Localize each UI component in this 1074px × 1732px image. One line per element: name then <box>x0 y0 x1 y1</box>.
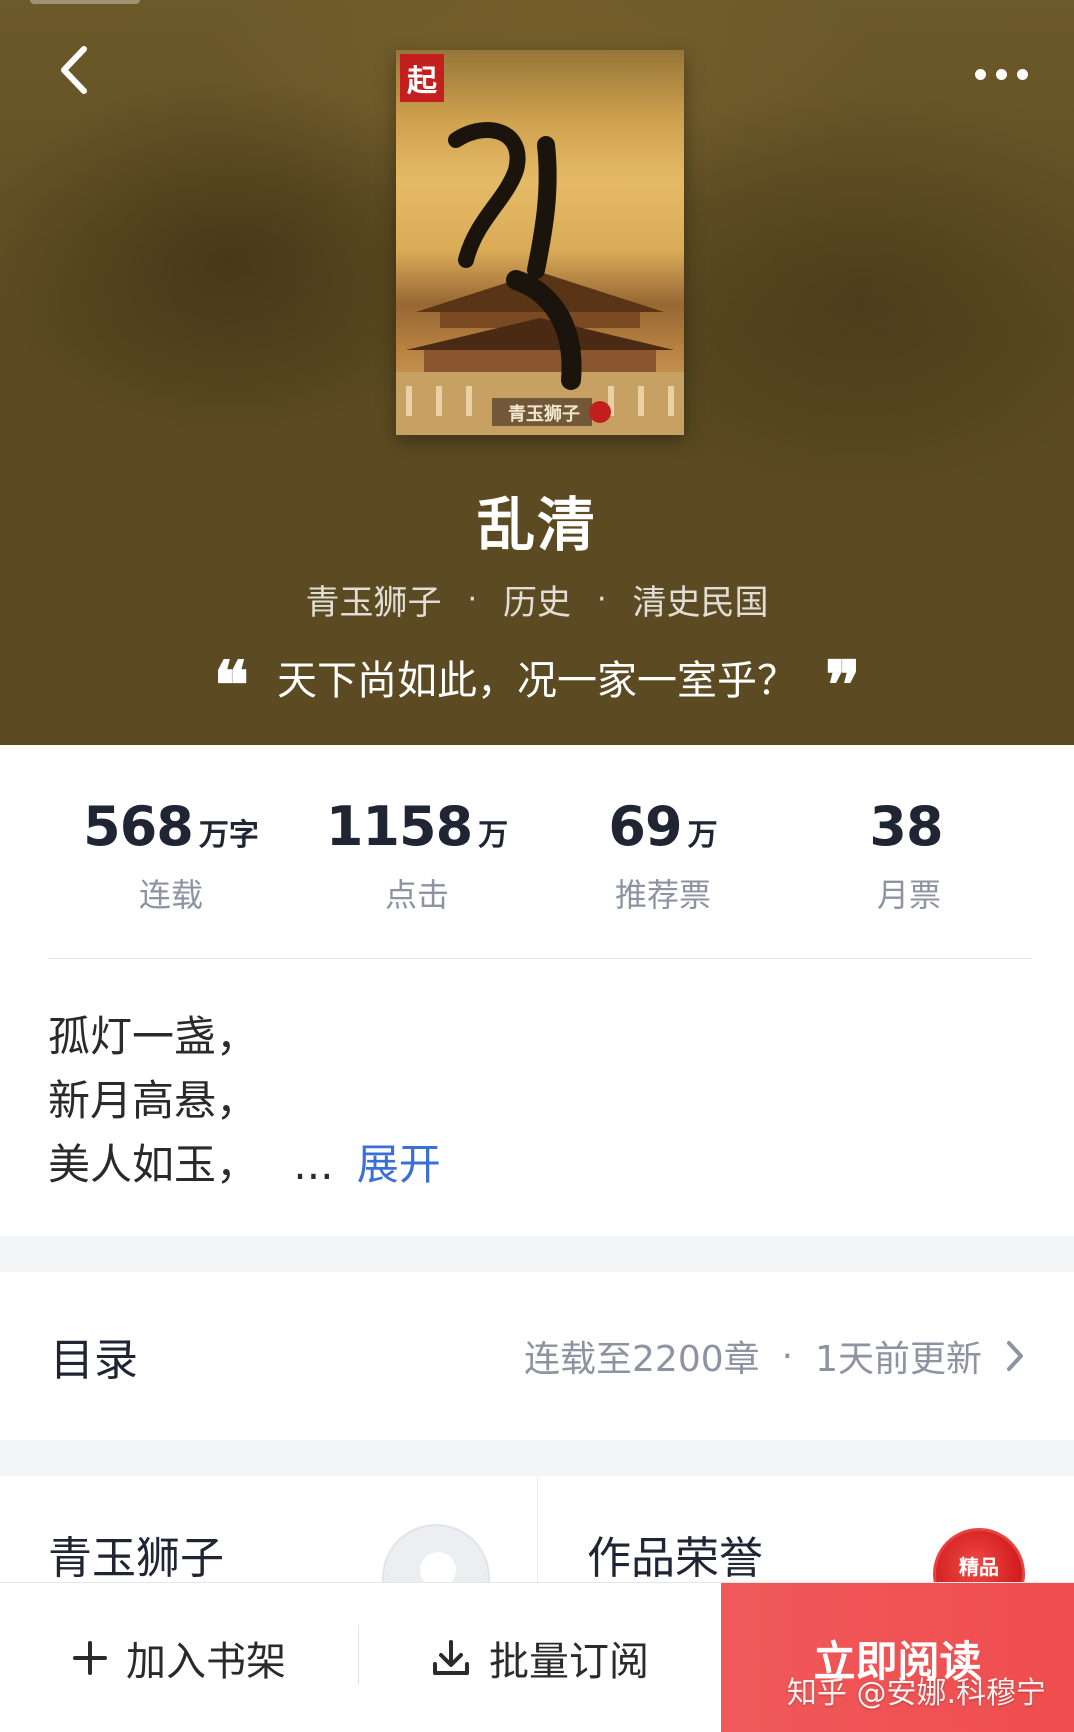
book-intro: 孤灯一盏， 新月高悬， 美人如玉， ... 展开 <box>48 1005 1032 1197</box>
watermark-text: 知乎 @安娜.科穆宁 <box>786 1676 1046 1711</box>
add-to-shelf-label: 加入书架 <box>126 1639 286 1685</box>
user-icon <box>420 1552 456 1582</box>
stat-unit: 万 <box>478 818 509 853</box>
back-button[interactable] <box>46 42 102 98</box>
stat-value: 38 <box>869 795 943 858</box>
catalog-separator: · <box>781 1335 794 1377</box>
plus-icon <box>73 1641 107 1675</box>
stat-value-line: 1158 万 <box>294 795 540 858</box>
author-card[interactable]: 青玉狮子 <box>0 1476 538 1582</box>
close-quote-icon: ❞ <box>825 652 861 702</box>
catalog-info: 连载至2200章 · 1天前更新 <box>524 1330 1026 1382</box>
cover-author-text: 青玉狮子 <box>508 404 580 425</box>
more-options-button[interactable] <box>966 50 1036 98</box>
section-gap <box>0 1236 1074 1272</box>
stat-label: 推荐票 <box>614 876 711 914</box>
book-meta-row: 青玉狮子 · 历史 · 清史民国 <box>0 575 1074 624</box>
book-hero-header: 起 乱清 青玉狮子 乱清 青玉狮子 · 历史 · 清史民国 ❝ 天下尚如此，况一… <box>0 0 1074 745</box>
stat-value-line: 568 万字 <box>48 795 294 858</box>
stat-label: 连载 <box>138 876 203 914</box>
catalog-title: 目录 <box>50 1335 138 1386</box>
stat-unit: 万 <box>687 818 718 853</box>
stat-clicks: 1158 万 点击 <box>294 795 540 916</box>
book-detail-page: { "header": { "back_icon": "chevron-left… <box>0 0 1074 1732</box>
honor-title: 作品荣誉 <box>587 1533 763 1582</box>
more-dots-icon <box>974 68 986 80</box>
catalog-updated: 1天前更新 <box>815 1339 982 1380</box>
book-cover-image[interactable]: 起 乱清 青玉狮子 <box>396 50 684 435</box>
meta-separator: · <box>597 582 607 617</box>
stat-monthly-votes[interactable]: 38 月票 <box>786 795 1032 916</box>
meta-separator: · <box>467 582 477 617</box>
author-link[interactable]: 青玉狮子 <box>305 575 441 624</box>
intro-last-line: 美人如玉， ... 展开 <box>48 1133 1032 1197</box>
stat-recommend-votes[interactable]: 69 万 推荐票 <box>540 795 786 916</box>
chevron-left-icon <box>61 46 87 94</box>
stat-value-line: 38 <box>786 795 1032 858</box>
intro-line: 新月高悬， <box>48 1076 259 1125</box>
catalog-row[interactable]: 目录 连载至2200章 · 1天前更新 <box>0 1272 1074 1440</box>
more-dot <box>1016 68 1028 80</box>
batch-subscribe-button[interactable]: 批量订阅 <box>359 1583 721 1732</box>
intro-line: 孤灯一盏， <box>48 1012 259 1061</box>
divider <box>48 958 1032 959</box>
cover-art <box>396 50 684 435</box>
add-to-shelf-button[interactable]: 加入书架 <box>0 1583 358 1732</box>
author-name: 青玉狮子 <box>48 1533 224 1582</box>
book-tagline: ❝ 天下尚如此，况一家一室乎？ ❞ <box>0 648 1074 706</box>
cover-title-text: 乱清 <box>456 130 496 133</box>
stat-label: 月票 <box>876 876 941 914</box>
category-link[interactable]: 历史 <box>503 575 571 624</box>
tagline-text: 天下尚如此，况一家一室乎？ <box>277 658 797 704</box>
stat-value-line: 69 万 <box>540 795 786 858</box>
avatar <box>382 1524 490 1582</box>
download-icon <box>433 1640 469 1675</box>
catalog-status: 连载至2200章 <box>524 1339 760 1380</box>
intro-ellipsis: ... <box>293 1140 334 1189</box>
stat-word-count: 568 万字 连载 <box>48 795 294 916</box>
section-gap <box>0 1440 1074 1476</box>
open-quote-icon: ❝ <box>213 652 249 702</box>
subcategory-link[interactable]: 清史民国 <box>633 575 769 624</box>
stat-value: 1158 <box>325 795 473 858</box>
intro-line: 美人如玉， <box>48 1140 259 1189</box>
expand-intro-link[interactable]: 展开 <box>357 1140 441 1189</box>
honor-badge-icon: 精品 <box>933 1528 1025 1582</box>
stat-unit: 万字 <box>198 818 259 853</box>
book-title: 乱清 <box>476 491 597 559</box>
honor-card[interactable]: 作品荣誉 精品 <box>539 1476 1074 1582</box>
chevron-right-icon <box>1007 1341 1023 1371</box>
more-dot <box>995 68 1007 80</box>
stat-value: 69 <box>608 795 682 858</box>
cover-publisher-mark: 起 <box>407 64 437 99</box>
stats-row: 568 万字 连载 1158 万 点击 69 万 推荐票 38 月票 <box>48 795 1032 916</box>
status-bar-remnant <box>30 0 140 4</box>
stat-value: 568 <box>83 795 194 858</box>
stat-label: 点击 <box>384 876 449 914</box>
batch-subscribe-label: 批量订阅 <box>489 1639 649 1685</box>
